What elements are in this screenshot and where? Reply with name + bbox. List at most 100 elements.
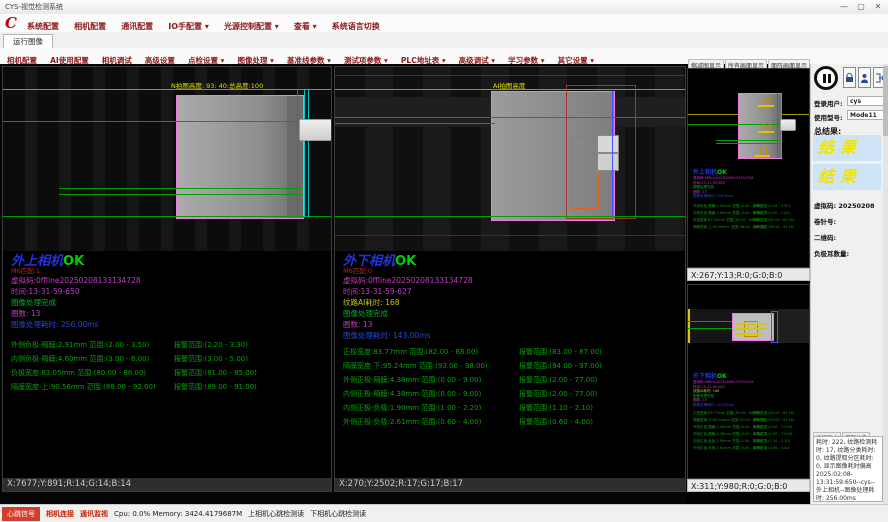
measure-line [59,194,302,195]
measure-line [716,143,780,144]
camera-title: 外下相机OK [343,255,683,268]
measure-line [335,216,685,217]
tab-run-image[interactable]: 运行图像 [3,34,53,48]
thumbnail-upper-camera[interactable]: 外上相机OK 虚拟码:0ffline20250208133134728 时间:1… [687,68,810,268]
thumbnail-lower-camera[interactable]: 外下相机OK 虚拟码:0ffline20250208133134728 时间:1… [687,284,810,479]
capture-time: 时间:13-31-59-650 [11,286,329,297]
tab-connector-part [780,119,796,131]
result-badge-1: 结果 [813,135,881,161]
pause-button[interactable] [814,66,838,90]
menu-item-camera-config[interactable]: 相机配置 [69,17,111,32]
frame-line [335,75,685,76]
tab-strip: 运行图像 [0,32,888,49]
thumbnail-coordinates: X:267;Y:13;R:0;G:0;B:0 [687,268,810,281]
virtual-code-value: 20250208 [838,202,874,210]
sidebar-scrollbar[interactable] [883,64,888,504]
process-done: 图像处理完成 [11,297,329,308]
tab-count-label: 负极耳数量: [814,248,849,258]
mini-overlay-lower: 外下相机OK 虚拟码:0ffline20250208133134728 时间:1… [693,373,794,452]
menu-bar: C 系统配置 相机配置 通讯配置 IO手配置 ▾ 光源控制配置 ▾ 查看 ▾ 系… [0,14,888,33]
log-textbox[interactable]: 耗时: 222, 纹路检测耗时: 17, 纹路分类耗时: 0, 纹路提取分区耗时… [813,436,883,502]
measure-line [59,188,302,189]
virtual-code: 虚拟码:0ffline20250208133134728 [343,275,683,286]
roi-rect-inner [571,137,599,209]
tiny-label-mark [736,328,766,330]
minimize-button[interactable]: — [836,1,852,12]
edge-line-blue [297,89,298,217]
comm-monitor-status: 通讯监视 [80,509,108,519]
camera-panel-lower: AI拍图高度 外下相机OK M6匹配:0 虚拟码:0ffline20250208… [334,66,686,492]
measure-line [3,121,331,122]
lock-icon [845,73,854,83]
tiny-label-mark [754,155,770,157]
measure-row: 内侧正极-隔膜:4.38mm 范围:(0.00 - 9.00)报警范围:(2.0… [343,387,683,401]
measure-row: 内侧正极-负极:1.90mm 范围:(1.00 - 2.20)报警范围:(1.1… [343,401,683,415]
edge-line-cyan [304,89,305,217]
measure-row: 外侧正极-隔膜:4.38mm 范围:(0.00 - 9.00)报警范围:(2.0… [343,373,683,387]
scrollbar-thumb[interactable] [883,66,888,136]
measure-line [3,216,331,217]
roi-marker [764,123,771,130]
bright-patch [597,135,619,153]
upper-result-overlay: 外上相机OK M6匹配:1 虚拟码:0ffline202502081331347… [11,255,329,394]
tiny-label-mark [736,323,766,325]
lower-camera-image[interactable]: AI拍图高度 [335,67,685,251]
height-annotation: N拍图高度: 93: 40:总高度:100 [171,80,263,90]
yellow-edge-mark [688,309,690,343]
pixel-coordinates-readout: X:7677;Y:891;R:14;G:14;B:14 [3,478,331,491]
close-button[interactable]: ✕ [870,1,886,12]
height-annotation: AI拍图高度 [493,80,525,90]
thumbnail-coordinates: X:311;Y:980;R:0;G:0;B:0 [687,479,810,492]
ai-elapsed: 纹路AI耗时: 168 [343,297,683,308]
menu-item-io-config[interactable]: IO手配置 ▾ [163,17,214,32]
ok-status: OK [395,254,416,269]
window-title: CYS-视觉检测系统 [5,2,63,12]
heartbeat-indicator: 心跳信号 [2,507,40,521]
edge-line-blue [777,93,778,157]
measurement-rows: 正极宽度:83.77mm 范围:(82.00 - 88.00)报警范围:(83.… [343,345,683,429]
main-area: N拍图高度: 93: 40:总高度:100 外上相机OK M6匹配:1 虚拟码:… [0,64,810,504]
model-input[interactable]: Mode11 [847,110,887,120]
login-user-row: 登录用户: cys [814,98,843,108]
loop-count: 圈数: 13 [11,308,329,319]
lock-button[interactable] [843,67,856,88]
app-window: CYS-视觉检测系统 — ▢ ✕ C 系统配置 相机配置 通讯配置 IO手配置 … [0,0,888,522]
process-done: 图像处理完成 [343,308,683,319]
result-badge-2: 结果 [813,164,881,190]
menu-item-comm-config[interactable]: 通讯配置 [116,17,158,32]
measure-row: 负极宽度:83.05mm 范围:(80.00 - 86.00)报警范围:(81.… [11,366,329,380]
frame-line [335,235,685,236]
edge-line-cyan [308,89,309,217]
user-button[interactable] [858,67,871,88]
status-bar: 心跳信号 相机连接 通讯监视 Cpu: 0.0% Memory: 3424.41… [0,504,888,522]
measure-row: 隔膜宽度-下:95.24mm 范围:(93.00 - 98.00)报警范围:(9… [343,359,683,373]
image-strip [688,309,809,343]
user-icon [860,73,869,83]
camera-panel-upper: N拍图高度: 93: 40:总高度:100 外上相机OK M6匹配:1 虚拟码:… [2,66,332,492]
menu-items: 系统配置 相机配置 通讯配置 IO手配置 ▾ 光源控制配置 ▾ 查看 ▾ 系统语… [22,14,385,33]
pause-icon [823,74,826,83]
menu-item-light-config[interactable]: 光源控制配置 ▾ [219,17,284,32]
measure-row: 外侧正极-负极:2.61mm 范围:(0.60 - 4.00)报警范围:(0.6… [343,415,683,429]
maximize-button[interactable]: ▢ [853,1,869,12]
lower-result-overlay: 外下相机OK M6匹配:0 虚拟码:0ffline202502081331347… [343,255,683,429]
menu-item-system-config[interactable]: 系统配置 [22,17,64,32]
cpu-memory-readout: Cpu: 0.0% Memory: 3424.4179687M [114,510,242,518]
menu-item-language[interactable]: 系统语言切换 [327,17,385,32]
model-row: 使用型号: Mode11 [814,112,843,122]
process-elapsed: 图像处理耗时: 143.00ms [343,330,683,341]
login-user-input[interactable]: cys [847,96,887,106]
camera-title: 外上相机OK [11,255,329,268]
process-elapsed: 图像处理耗时: 256.00ms [11,319,329,330]
edge-line-blue [612,91,613,217]
dark-right-block [778,309,809,343]
measure-row: 内侧负极-隔膜:4.60mm 范围:(3.00 - 6.00)报警范围:(3.0… [11,352,329,366]
match-status: M6匹配:1 [11,268,329,275]
app-logo-icon: C [5,14,17,32]
measure-line [335,123,495,124]
qr-code-label: 二维码: [814,232,836,242]
upper-camera-image[interactable]: N拍图高度: 93: 40:总高度:100 [3,67,331,251]
pixel-coordinates-readout: X:270;Y:2502;R:17;G:17;B:17 [335,478,685,491]
menu-item-view[interactable]: 查看 ▾ [289,17,322,32]
roi-marker [764,97,771,104]
